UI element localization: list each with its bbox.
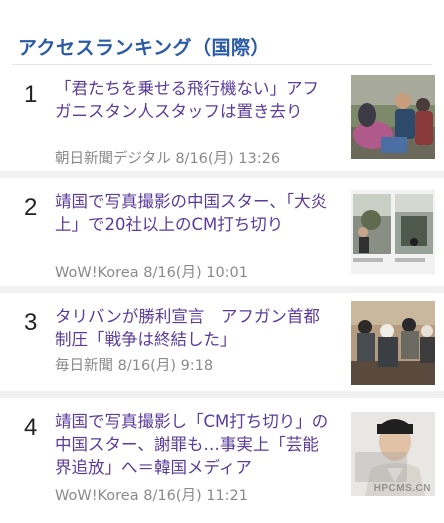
article-thumbnail[interactable] <box>351 190 435 274</box>
article-date: 8/16(月) 9:18 <box>117 358 214 374</box>
article-date: 8/16(月) 13:26 <box>175 151 281 167</box>
article-date: 8/16(月) 11:21 <box>143 488 249 504</box>
article-headline-link[interactable]: 靖国で写真撮影し「CM打ち切り」の中国スター、謝罪も…事実上「芸能界追放」へ＝韓… <box>55 410 335 479</box>
article-meta: WoW!Korea 8/16(月) 11:21 <box>55 484 248 505</box>
ranking-item-4[interactable]: 4 靖国で写真撮影し「CM打ち切り」の中国スター、謝罪も…事実上「芸能界追放」へ… <box>0 398 444 518</box>
article-thumbnail[interactable]: HPCMS.CN <box>351 412 435 496</box>
watermark-text: HPCMS.CN <box>373 483 431 494</box>
article-source: 毎日新聞 <box>55 358 113 374</box>
ranking-item-1[interactable]: 1 「君たちを乗せる飛行機ない」アフガニスタン人スタッフは置き去り 朝日新聞デジ… <box>0 65 444 178</box>
ranking-list: 1 「君たちを乗せる飛行機ない」アフガニスタン人スタッフは置き去り 朝日新聞デジ… <box>0 65 444 518</box>
article-meta: 毎日新聞 8/16(月) 9:18 <box>55 354 213 375</box>
section-title: アクセスランキング（国際） <box>18 37 270 59</box>
refugee-photo-icon <box>351 75 435 159</box>
article-meta: 朝日新聞デジタル 8/16(月) 13:26 <box>55 147 280 168</box>
taliban-group-photo-icon <box>351 301 435 385</box>
article-thumbnail[interactable] <box>351 301 435 385</box>
access-ranking-page: アクセスランキング（国際） 1 「君たちを乗せる飛行機ない」アフガニスタン人スタ… <box>0 0 444 523</box>
rank-number: 3 <box>24 309 38 336</box>
rank-number: 1 <box>24 81 38 108</box>
article-meta: WoW!Korea 8/16(月) 10:01 <box>55 261 248 282</box>
rank-number: 2 <box>24 194 38 221</box>
article-headline-link[interactable]: 「君たちを乗せる飛行機ない」アフガニスタン人スタッフは置き去り <box>55 77 335 123</box>
article-headline-link[interactable]: タリバンが勝利宣言 アフガン首都制圧「戦争は終結した」 <box>55 305 335 351</box>
article-headline-link[interactable]: 靖国で写真撮影の中国スター、「大炎上」で20社以上のCM打ち切り <box>55 190 335 236</box>
watermark-badge <box>355 452 407 482</box>
article-date: 8/16(月) 10:01 <box>143 265 249 281</box>
social-post-photo-icon <box>351 190 435 274</box>
article-thumbnail[interactable] <box>351 75 435 159</box>
ranking-item-2[interactable]: 2 靖国で写真撮影の中国スター、「大炎上」で20社以上のCM打ち切り WoW!K… <box>0 178 444 293</box>
article-source: WoW!Korea <box>55 265 139 281</box>
article-source: 朝日新聞デジタル <box>55 151 171 167</box>
rank-number: 4 <box>24 414 38 441</box>
article-source: WoW!Korea <box>55 488 139 504</box>
ranking-item-3[interactable]: 3 タリバンが勝利宣言 アフガン首都制圧「戦争は終結した」 毎日新聞 8/16(… <box>0 293 444 398</box>
